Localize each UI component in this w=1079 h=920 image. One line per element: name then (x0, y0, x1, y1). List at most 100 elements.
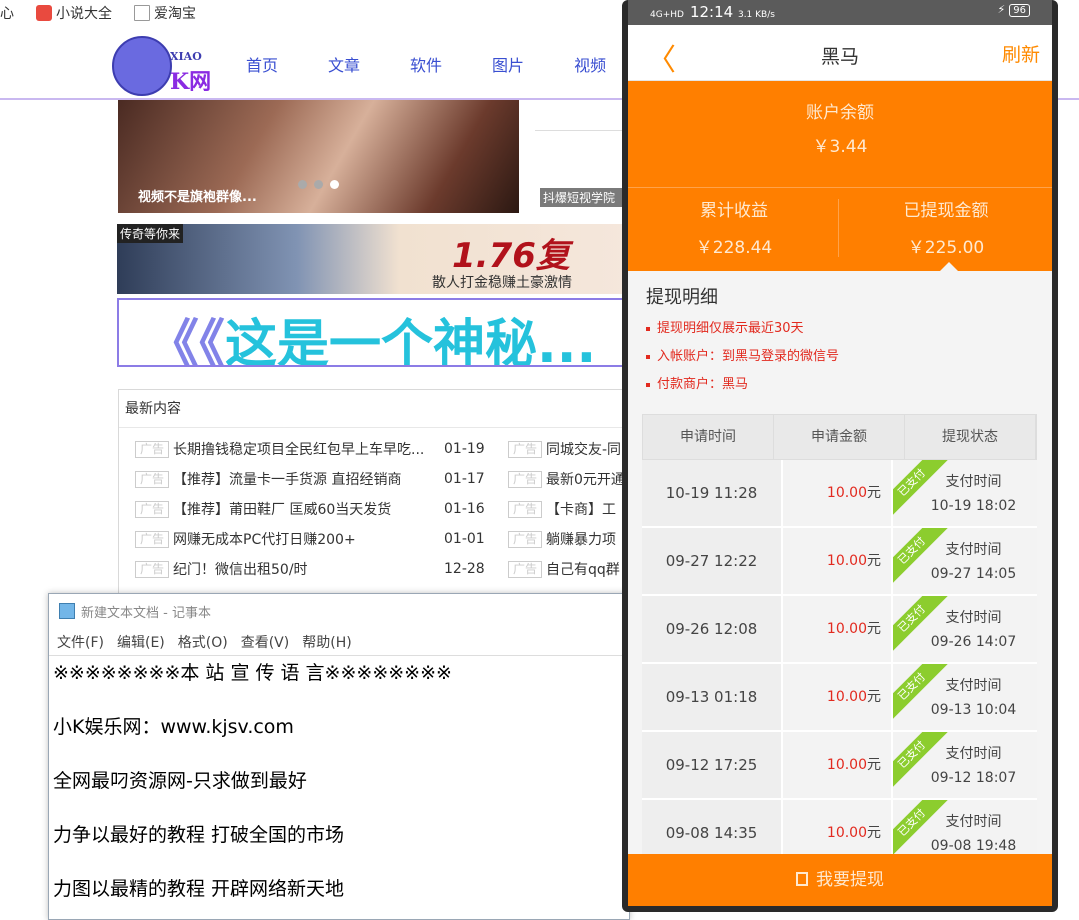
list-item-title: 长期撸钱稳定项目全民红包早上车早吃... (173, 442, 425, 458)
image-slider[interactable]: 视频不是旗袍群像... (118, 100, 519, 213)
menu-format[interactable]: 格式(O) (178, 632, 228, 652)
bookmark-item[interactable]: 爱淘宝 (134, 3, 196, 23)
mystery-ad-main: 这是一个神秘... (225, 315, 597, 367)
list-item-title: 【推荐】莆田鞋厂 匡威60当天发货 (173, 502, 392, 518)
notepad-text-area[interactable]: ※※※※※※※※本 站 宣 传 语 言※※※※※※※※ 小K娱乐网：www.kj… (49, 656, 629, 920)
earnings-block[interactable]: 累计收益 ￥228.44 (628, 196, 840, 258)
logo-text[interactable]: XIAO K网 (170, 50, 211, 96)
menu-help[interactable]: 帮助(H) (302, 632, 351, 652)
list-item-title: 纪门！微信出租50/时 (173, 562, 308, 578)
list-item-title: 【卡商】工 (546, 502, 616, 518)
refresh-button[interactable]: 刷新 (1002, 40, 1040, 67)
list-item[interactable]: 广告 纪门！微信出租50/时 12-28 (135, 554, 505, 584)
nav-item[interactable]: 图片 (492, 52, 524, 76)
pay-time-value: 09-12 18:07 (930, 770, 1017, 786)
pay-time-label: 支付时间 (945, 746, 1002, 762)
summary-divider (628, 187, 1052, 188)
list-item[interactable]: 广告 同城交友-同 (508, 434, 630, 464)
table-row[interactable]: 09-26 12:08 10.00元 已支付 支付时间 09-26 14:07 (642, 596, 1037, 664)
ad-tag: 广告 (508, 560, 542, 578)
withdrawn-label: 已提现金额 (903, 201, 989, 221)
notepad-line: 全网最叼资源网-只求做到最好 (53, 770, 307, 792)
lightning-icon: ⚡ (997, 3, 1006, 16)
mystery-ad-quote: 《《 (147, 315, 226, 367)
list-item[interactable]: 广告 躺赚暴力项 (508, 524, 630, 554)
list-item[interactable]: 广告 最新0元开通 (508, 464, 630, 494)
amount-unit: 元 (867, 485, 881, 501)
list-item[interactable]: 广告 【卡商】工 (508, 494, 630, 524)
list-item-title: 躺赚暴力项 (546, 532, 616, 548)
selected-tab-indicator (940, 262, 958, 271)
header-amount: 申请金额 (774, 415, 905, 459)
nav-item[interactable]: 首页 (246, 52, 278, 76)
list-item-title: 同城交友-同 (546, 442, 622, 458)
earnings-label: 累计收益 (700, 201, 768, 221)
ad-tag: 广告 (135, 530, 169, 548)
list-item-title: 最新0元开通 (546, 472, 625, 488)
list-item-date: 01-16 (444, 501, 485, 517)
ad-tag: 广告 (508, 440, 542, 458)
header-apply-time: 申请时间 (643, 415, 774, 459)
table-row[interactable]: 09-12 17:25 10.00元 已支付 支付时间 09-12 18:07 (642, 732, 1037, 800)
pay-time-label: 支付时间 (945, 610, 1002, 626)
mystery-ad-banner[interactable]: 《《这是一个神秘... (117, 298, 630, 367)
status-cell: 已支付 支付时间 09-26 14:07 (893, 596, 1037, 662)
pay-time-value: 09-26 14:07 (930, 634, 1017, 650)
withdraw-table: 申请时间 申请金额 提现状态 10-19 11:28 10.00元 已支付 支付时间 1… (642, 414, 1037, 868)
list-item-title: 【推荐】流量卡一手货源 直招经销商 (173, 472, 402, 488)
status-left: 4G+HD 12:14 3.1 KB/s (650, 3, 775, 21)
logo-small: XIAO (170, 50, 202, 63)
apply-time-cell: 09-13 01:18 (642, 664, 783, 730)
list-item[interactable]: 广告 自己有qq群 (508, 554, 630, 584)
pay-time-label: 支付时间 (945, 474, 1002, 490)
menu-file[interactable]: 文件(F) (57, 632, 104, 652)
pay-time-value: 09-27 14:05 (930, 566, 1017, 582)
amount-value: 10.00 (826, 621, 867, 637)
menu-edit[interactable]: 编辑(E) (117, 632, 165, 652)
notepad-titlebar[interactable]: 新建文本文档 - 记事本 (49, 594, 629, 628)
slider-dot[interactable] (298, 180, 307, 189)
list-item[interactable]: 广告 网赚无成本PC代打日赚200+ 01-01 (135, 524, 505, 554)
status-cell: 已支付 支付时间 09-12 18:07 (893, 732, 1037, 798)
ad-tag: 广告 (135, 560, 169, 578)
slider-dot[interactable] (314, 180, 323, 189)
table-row[interactable]: 09-27 12:22 10.00元 已支付 支付时间 09-27 14:05 (642, 528, 1037, 596)
bookmark-label: 小说大全 (56, 6, 112, 22)
nav-item[interactable]: 软件 (410, 52, 442, 76)
withdrawn-value: ￥225.00 (907, 238, 985, 258)
game-ad-banner[interactable]: 传奇等你来 1.76复 散人打金稳赚土豪激情 (117, 224, 630, 294)
pay-time-label: 支付时间 (945, 814, 1002, 830)
side-slider[interactable]: 抖爆短视学院 (535, 130, 630, 213)
pay-time-block: 支付时间 09-26 14:07 (893, 606, 1034, 654)
ad-tag: 广告 (508, 470, 542, 488)
table-row[interactable]: 09-13 01:18 10.00元 已支付 支付时间 09-13 10:04 (642, 664, 1037, 732)
bookmark-label: 心 (0, 6, 14, 22)
list-item-date: 01-17 (444, 471, 485, 487)
notepad-menubar: 文件(F) 编辑(E) 格式(O) 查看(V) 帮助(H) (49, 628, 629, 656)
list-item[interactable]: 广告 长期撸钱稳定项目全民红包早上车早吃... 01-19 (135, 434, 505, 464)
header-status: 提现状态 (905, 415, 1036, 459)
withdrawn-block[interactable]: 已提现金额 ￥225.00 (840, 196, 1052, 258)
screenshot-root: 心 小说大全 爱淘宝 XIAO K网 首页 文章 软件 图片 视频 视频不是旗袍群… (0, 0, 1079, 920)
amount-cell: 10.00元 (783, 528, 893, 594)
nav-item[interactable]: 文章 (328, 52, 360, 76)
slider-dot-active[interactable] (330, 180, 339, 189)
earnings-value: ￥228.44 (695, 238, 773, 258)
amount-unit: 元 (867, 757, 881, 773)
notepad-window[interactable]: 新建文本文档 - 记事本 文件(F) 编辑(E) 格式(O) 查看(V) 帮助(… (48, 593, 630, 920)
ad-tag: 广告 (135, 440, 169, 458)
list-item[interactable]: 广告 【推荐】流量卡一手货源 直招经销商 01-17 (135, 464, 505, 494)
status-time: 12:14 (689, 3, 734, 21)
nav-item[interactable]: 视频 (574, 52, 606, 76)
balance-summary: 账户余额 ￥3.44 累计收益 ￥228.44 已提现金额 ￥225.00 (628, 81, 1052, 271)
withdraw-button[interactable]: 我要提现 (628, 854, 1052, 906)
status-cell: 已支付 支付时间 10-19 18:02 (893, 460, 1037, 526)
menu-view[interactable]: 查看(V) (241, 632, 290, 652)
bookmark-item[interactable]: 小说大全 (36, 3, 112, 23)
list-item[interactable]: 广告 【推荐】莆田鞋厂 匡威60当天发货 01-16 (135, 494, 505, 524)
table-row[interactable]: 10-19 11:28 10.00元 已支付 支付时间 10-19 18:02 (642, 460, 1037, 528)
logo-icon[interactable] (112, 36, 172, 96)
list-item-date: 01-01 (444, 531, 485, 547)
bookmark-item[interactable]: 心 (0, 3, 14, 23)
notepad-line: 力争以最好的教程 打破全国的市场 (53, 824, 345, 846)
